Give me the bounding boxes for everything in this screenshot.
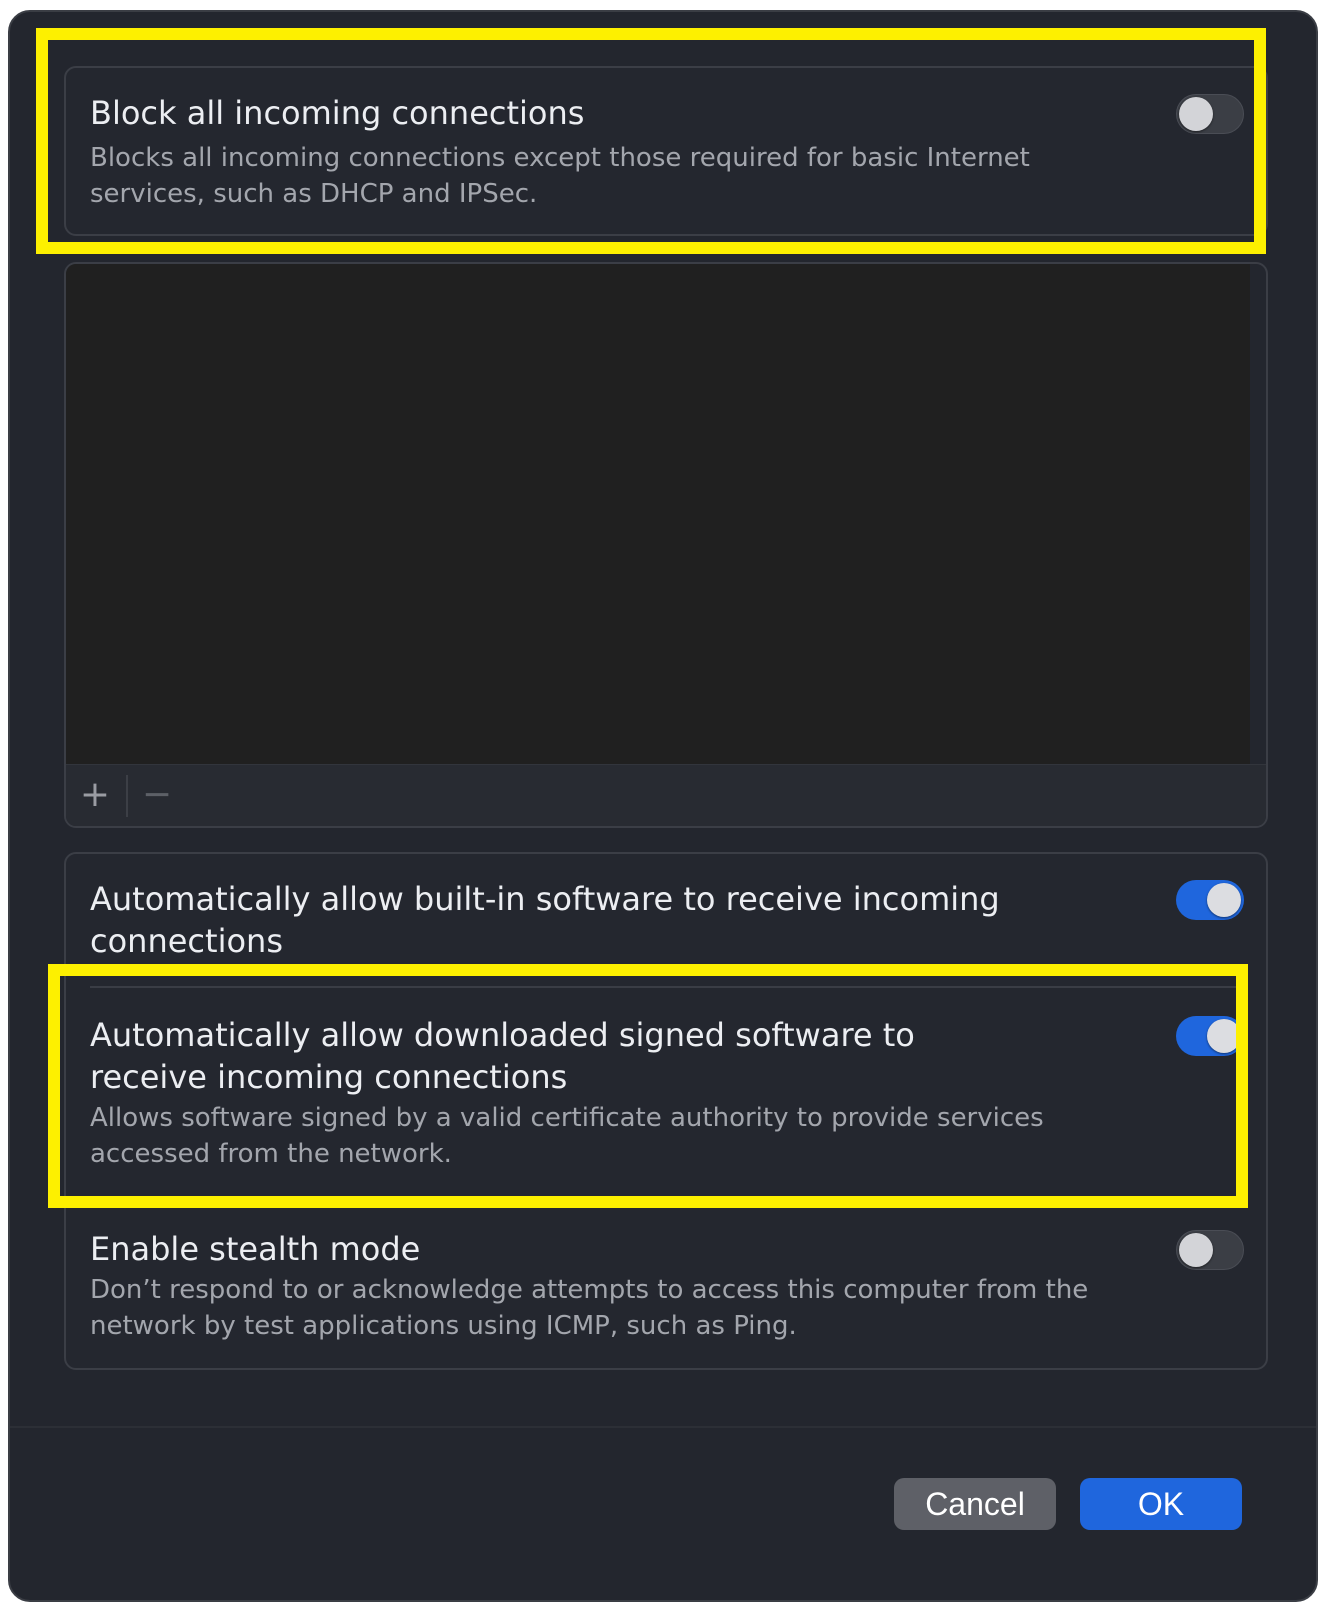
builtin-title: Automatically allow built-in software to…	[90, 880, 1000, 960]
stealth-description: Don’t respond to or acknowledge attempts…	[90, 1275, 1089, 1341]
signed-title: Automatically allow downloaded signed so…	[90, 1016, 915, 1096]
cancel-button[interactable]: Cancel	[894, 1478, 1056, 1530]
toggle-knob	[1179, 1233, 1213, 1267]
toggle-knob	[1179, 97, 1213, 131]
footer-divider	[10, 1426, 1316, 1428]
block-all-description: Blocks all incoming connections except t…	[90, 143, 1030, 209]
firewall-options-dialog: Block all incoming connections Blocks al…	[8, 10, 1318, 1602]
app-list-content[interactable]	[66, 264, 1250, 764]
ok-button[interactable]: OK	[1080, 1478, 1242, 1530]
add-app-button[interactable]: +	[72, 773, 118, 817]
options-divider	[90, 986, 1242, 988]
app-list: + −	[64, 262, 1268, 828]
signed-description: Allows software signed by a valid certif…	[90, 1103, 1044, 1169]
signed-toggle[interactable]	[1176, 1016, 1244, 1056]
toggle-knob	[1207, 883, 1241, 917]
remove-app-button[interactable]: −	[134, 773, 180, 817]
block-all-panel: Block all incoming connections Blocks al…	[64, 66, 1268, 236]
block-all-title: Block all incoming connections	[90, 94, 585, 132]
block-all-toggle[interactable]	[1176, 94, 1244, 134]
stealth-toggle[interactable]	[1176, 1230, 1244, 1270]
stealth-title: Enable stealth mode	[90, 1230, 421, 1268]
options-panel: Automatically allow built-in software to…	[64, 852, 1268, 1370]
builtin-toggle[interactable]	[1176, 880, 1244, 920]
toolbar-separator	[126, 775, 128, 817]
app-list-toolbar: + −	[66, 764, 1266, 826]
toggle-knob	[1207, 1019, 1241, 1053]
